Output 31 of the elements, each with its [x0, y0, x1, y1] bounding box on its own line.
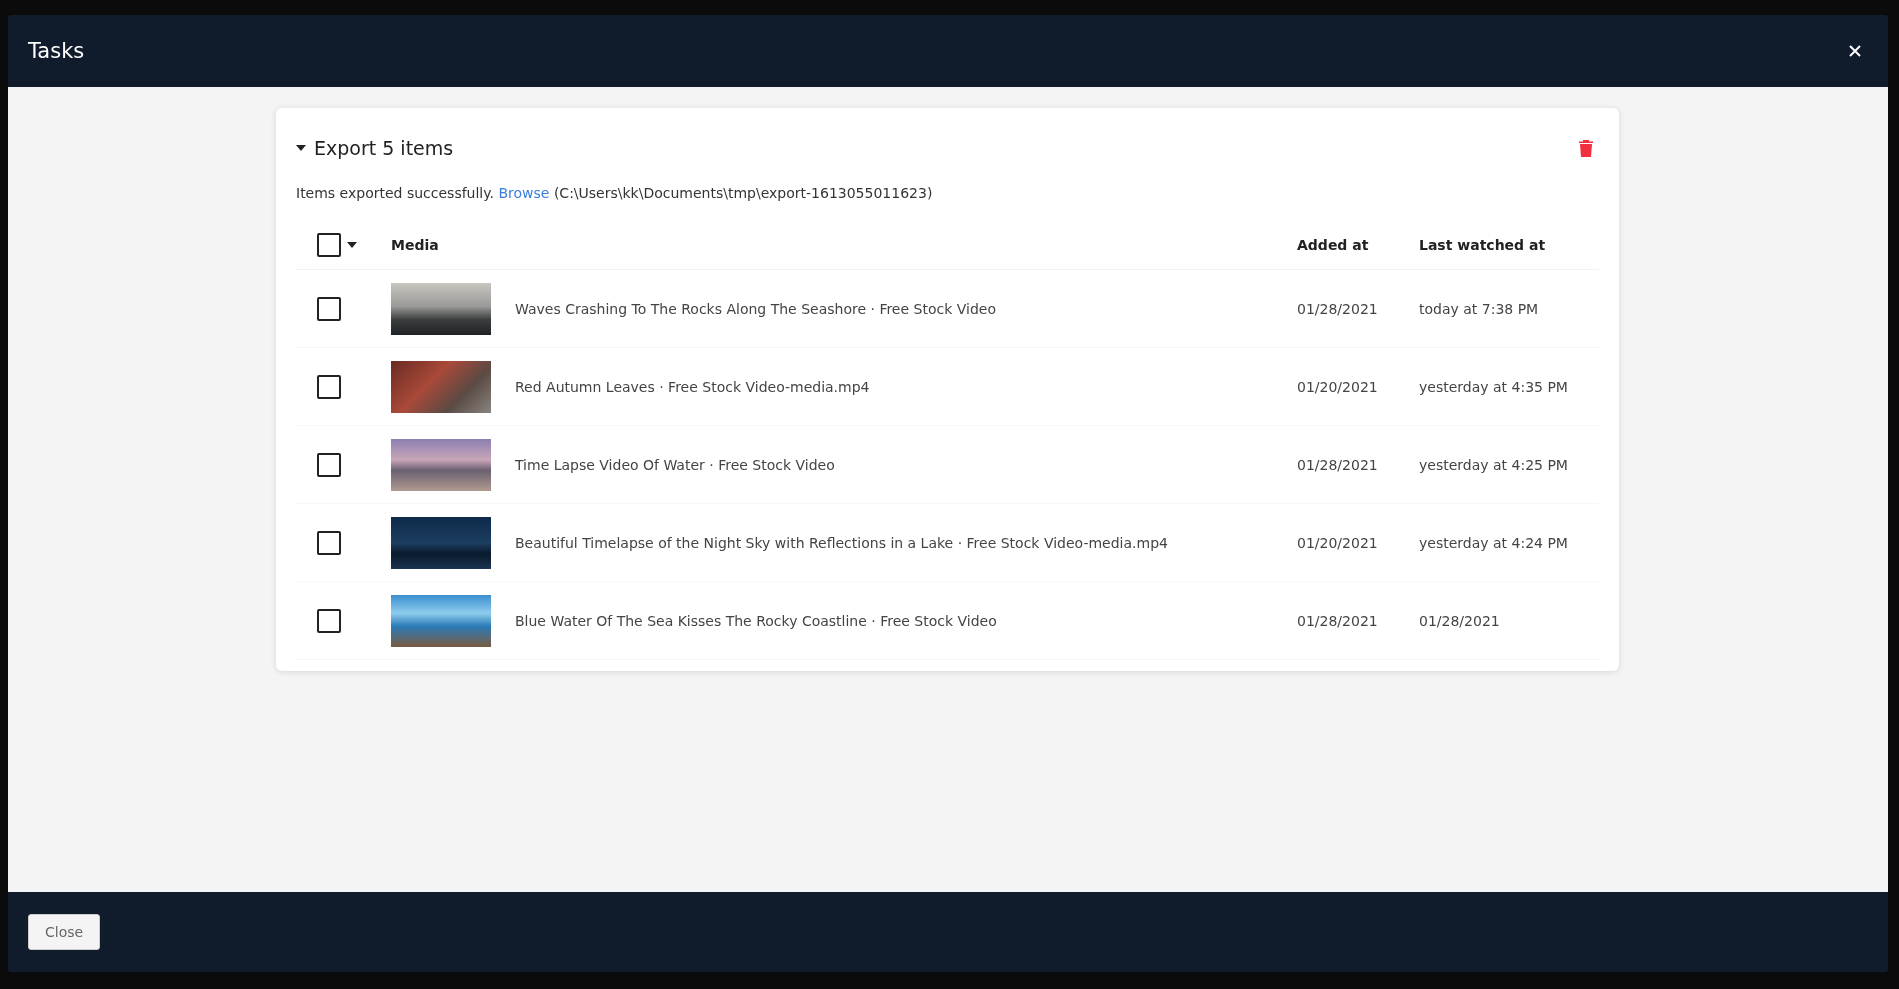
last-watched: today at 7:38 PM: [1419, 300, 1539, 317]
last-watched: yesterday at 4:25 PM: [1419, 456, 1568, 473]
checkbox[interactable]: [317, 374, 341, 399]
last-watched: yesterday at 4:24 PM: [1419, 534, 1568, 551]
media-title: Time Lapse Video Of Water · Free Stock Video: [515, 456, 835, 473]
media-title: Blue Water Of The Sea Kisses The Rocky Coastline · Free Stock Video: [515, 612, 997, 629]
last-watched: 01/28/2021: [1419, 612, 1500, 629]
checkbox[interactable]: [317, 452, 341, 477]
last-watched: yesterday at 4:35 PM: [1419, 378, 1568, 395]
column-header: Last watched at: [1419, 237, 1546, 253]
checkbox[interactable]: [317, 608, 341, 633]
task-toggle[interactable]: Export 5 items: [296, 137, 454, 159]
close-button[interactable]: Close: [28, 914, 101, 950]
added-date: 01/28/2021: [1297, 612, 1378, 629]
trash-icon[interactable]: [1579, 139, 1593, 157]
added-date: 01/28/2021: [1297, 300, 1378, 317]
media-title: Waves Crashing To The Rocks Along The Seashore · Free Stock Video: [515, 300, 996, 317]
checkbox[interactable]: [317, 296, 341, 321]
media-title: Red Autumn Leaves · Free Stock Video-media.mp4: [515, 378, 870, 395]
column-header: Added at: [1297, 237, 1369, 253]
browse-link[interactable]: Browse: [498, 185, 550, 201]
caret-icon: [296, 145, 306, 151]
dialog-title: Tasks: [28, 39, 85, 63]
checkbox[interactable]: [317, 233, 341, 257]
added-date: 01/20/2021: [1297, 378, 1378, 395]
column-header: Media: [391, 237, 439, 253]
media-title: Beautiful Timelapse of the Night Sky with Reflections in a Lake · Free Stock Video-media.mp4: [515, 534, 1168, 551]
status-message: Items exported successfully. Browse (C:\Users\kk\Documents\tmp\export-1613055011623): [296, 185, 934, 201]
checkbox[interactable]: [317, 530, 341, 555]
added-date: 01/28/2021: [1297, 456, 1378, 473]
added-date: 01/20/2021: [1297, 534, 1378, 551]
